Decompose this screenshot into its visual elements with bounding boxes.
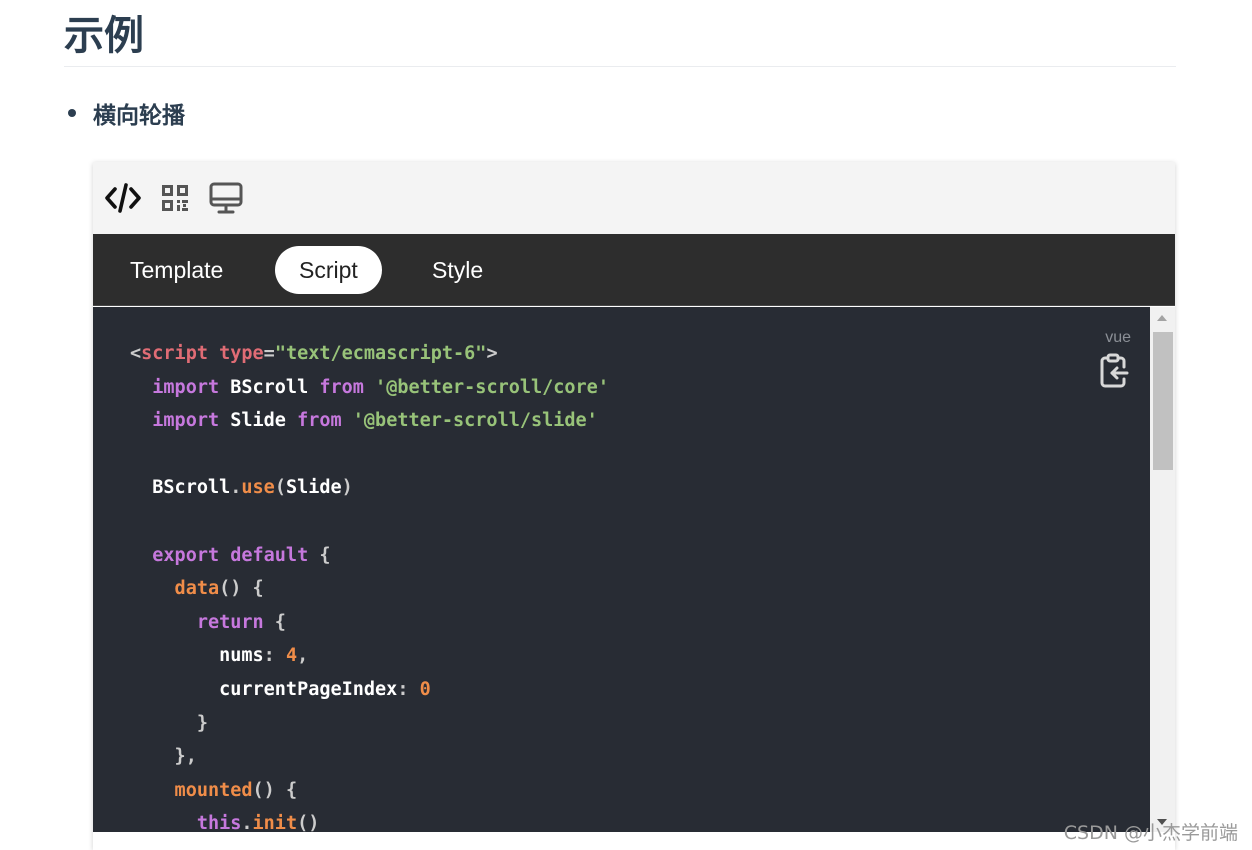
code-line: return { — [130, 611, 286, 633]
section-heading: 横向轮播 — [93, 103, 185, 129]
desktop-icon[interactable] — [207, 180, 245, 216]
code-line: }, — [130, 746, 197, 768]
code-line: export default { — [130, 544, 331, 566]
code-line: this.init() — [130, 813, 320, 832]
scroll-up-arrow-icon[interactable] — [1157, 315, 1167, 321]
code-tab-bar: Template Script Style — [93, 234, 1175, 306]
demo-block: Template Script Style <script type="text… — [93, 162, 1175, 850]
watermark: CSDN @小杰学前端 — [1063, 822, 1238, 844]
code-viewer[interactable]: <script type="text/ecmascript-6"> import… — [93, 307, 1150, 832]
qrcode-icon[interactable] — [156, 180, 194, 216]
code-language-label: vue — [1105, 329, 1131, 346]
code-icon[interactable] — [104, 180, 142, 216]
code-line: BScroll.use(Slide) — [130, 477, 353, 499]
code-line: mounted() { — [130, 779, 298, 801]
code-line: data() { — [130, 578, 264, 600]
code-line: } — [130, 712, 208, 734]
tab-style[interactable]: Style — [408, 246, 507, 294]
title-divider — [64, 66, 1176, 67]
code-line: currentPageIndex: 0 — [130, 678, 431, 700]
bullet-dot — [68, 109, 76, 117]
code-content: <script type="text/ecmascript-6"> import… — [130, 337, 609, 832]
code-scrollbar[interactable] — [1150, 307, 1175, 832]
code-line: import BScroll from '@better-scroll/core… — [130, 376, 609, 398]
code-line: import Slide from '@better-scroll/slide' — [130, 410, 598, 432]
clipboard-copy-icon[interactable] — [1098, 353, 1130, 389]
demo-toolbar — [93, 162, 1175, 234]
tab-template[interactable]: Template — [106, 246, 247, 294]
code-line: ​ — [130, 438, 609, 472]
code-line: nums: 4, — [130, 645, 309, 667]
code-line: <script type="text/ecmascript-6"> — [130, 343, 498, 364]
tab-script[interactable]: Script — [275, 246, 382, 294]
page-title: 示例 — [64, 13, 144, 59]
scrollbar-thumb[interactable] — [1153, 332, 1173, 470]
code-line: ​ — [130, 505, 609, 539]
section-list-item: 横向轮播 — [68, 96, 185, 130]
